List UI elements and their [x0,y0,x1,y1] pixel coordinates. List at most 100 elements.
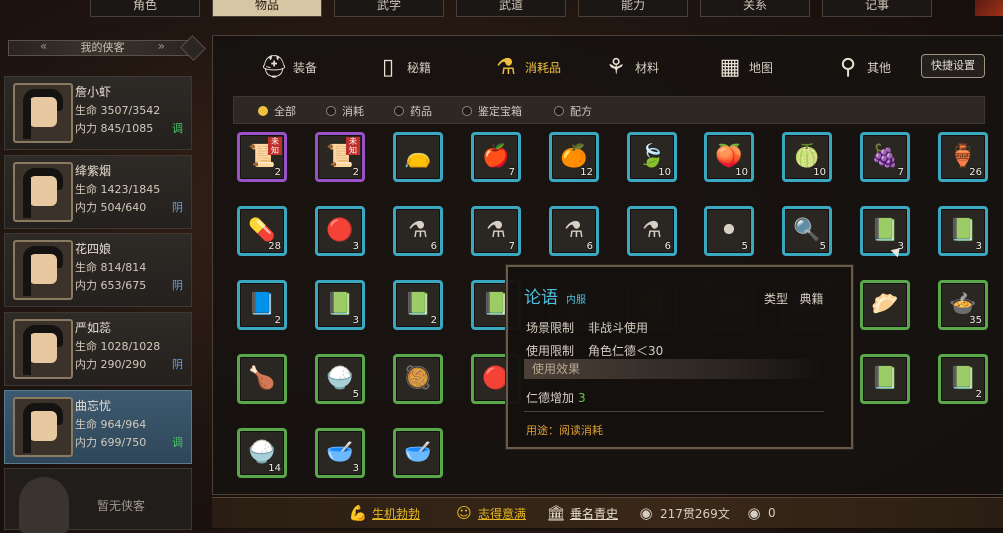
item-count: 28 [268,241,281,252]
item-slot[interactable]: 📗 2 [938,354,988,404]
top-tab[interactable]: 能力 [578,0,688,17]
status-strength[interactable]: 💪 生机勃勃 [348,504,420,522]
coin-icon: ◉ [639,504,653,522]
filter-option[interactable]: 全部 [258,103,296,119]
status-smile[interactable]: ☺ 志得意满 [454,504,526,522]
unknown-badge: 未知 [346,137,360,155]
radio-button[interactable] [462,106,472,116]
herb-icon: ⚘ [606,54,626,80]
item-slot[interactable]: 🔴 3 [315,206,365,256]
item-slot[interactable]: 🔍 5 [782,206,832,256]
hero-mp: 内力 845/1085 [75,122,154,135]
item-count: 6 [664,241,671,252]
tab-helmet[interactable]: ⛑ 装备 [259,50,317,84]
status-label: 生机勃勃 [372,506,421,521]
quick-setting-button[interactable]: 快捷设置 [921,54,985,78]
item-slot[interactable]: 📘 2 [237,280,287,330]
item-slot[interactable]: 🏺 26 [938,132,988,182]
item-slot[interactable]: 🍎 7 [471,132,521,182]
tab-herb[interactable]: ⚘ 材料 [601,50,659,84]
chicken-leg-icon: 🍗 [248,365,276,391]
hero-hair-side [23,335,31,375]
manual-icon: 📗 [871,217,899,243]
item-slot[interactable]: ⚗ 6 [627,206,677,256]
hero-hp: 生命 1423/1845 [75,183,161,196]
filter-option[interactable]: 消耗 [326,103,364,119]
top-tab[interactable]: 角色 [90,0,200,17]
item-slot[interactable]: 📗 3 [860,206,910,256]
item-slot[interactable]: 🍚 14 [237,428,287,478]
item-slot[interactable]: 🍇 7 [860,132,910,182]
status-gem[interactable]: ◉ 0 [744,504,775,522]
hero-card[interactable]: 曲忘忧 生命 964/964 内力 699/750 调 [4,390,192,464]
tooltip-use-value: 角色仁德＜30 [588,344,664,358]
category-label: 其他 [867,60,892,75]
hero-hp: 生命 3507/3542 [75,104,161,117]
category-bar: ⛑ 装备 ▯ 秘籍 ⚗ 消耗品 ⚘ 材料 ▦ 地图 ⚲ 其他 [253,46,1003,88]
item-slot[interactable]: ⚗ 7 [471,206,521,256]
status-fame[interactable]: 🏛 垂名青史 [546,504,618,522]
top-tab[interactable]: 物品 [212,0,322,17]
tab-map[interactable]: ▦ 地图 [715,50,773,84]
radio-button[interactable] [554,106,564,116]
filter-option[interactable]: 药品 [394,103,432,119]
tooltip-item-subtitle: 内服 [566,295,586,306]
item-slot[interactable]: 🍲 35 [938,280,988,330]
tooltip-type-label: 类型 [764,292,789,306]
manual-icon: 📗 [949,217,977,243]
item-slot[interactable]: 🥟 [860,280,910,330]
ghost-silhouette-icon [19,477,69,533]
hero-tag: 调 [172,436,183,449]
filter-option[interactable]: 配方 [554,103,592,119]
item-slot[interactable]: 🥘 [393,354,443,404]
item-slot[interactable]: 📗 3 [938,206,988,256]
manual-icon: 📗 [949,365,977,391]
tab-lantern[interactable]: ⚲ 其他 [833,50,891,84]
tooltip-scene-row: 场景限制 非战斗使用 [526,319,648,336]
item-slot[interactable]: 🍚 5 [315,354,365,404]
empty-hero-label: 暂无侠客 [97,499,146,513]
empty-hero-slot[interactable]: 暂无侠客 [4,468,192,533]
item-slot[interactable]: 📗 [860,354,910,404]
item-slot[interactable]: 🍈 10 [782,132,832,182]
item-slot[interactable]: 🍗 [237,354,287,404]
hero-card[interactable]: 花四娘 生命 814/814 内力 653/675 阴 [4,233,192,307]
item-count: 14 [268,463,281,474]
hero-card[interactable]: 绛紫烟 生命 1423/1845 内力 504/640 阴 [4,155,192,229]
item-slot[interactable]: ⚫ 5 [704,206,754,256]
tab-potion[interactable]: ⚗ 消耗品 [491,50,561,84]
radio-button[interactable] [394,106,404,116]
item-slot[interactable]: 🍃 10 [627,132,677,182]
top-tab[interactable]: 武道 [456,0,566,17]
item-slot[interactable]: 📗 3 [315,280,365,330]
item-slot[interactable]: 🥣 [393,428,443,478]
item-slot[interactable]: 📗 2 [393,280,443,330]
corner-ornament [975,0,1003,16]
status-coin[interactable]: ◉ 217贯269文 [636,504,729,522]
radio-button[interactable] [258,106,268,116]
filter-option[interactable]: 鉴定宝箱 [462,103,522,119]
item-slot[interactable]: ⚗ 6 [549,206,599,256]
item-count: 12 [580,167,593,178]
item-slot[interactable]: 📜 未知 2 [315,132,365,182]
mirror-icon: 🔍 [793,217,821,243]
status-label: 垂名青史 [570,506,619,521]
top-tab[interactable]: 武学 [334,0,444,17]
hero-hp: 生命 814/814 [75,261,147,274]
radio-button[interactable] [326,106,336,116]
top-tab[interactable]: 记事 [822,0,932,17]
item-slot[interactable]: 🍑 10 [704,132,754,182]
hero-card[interactable]: 詹小虾 生命 3507/3542 内力 845/1085 调 [4,76,192,150]
item-slot[interactable]: ⚗ 6 [393,206,443,256]
top-tab[interactable]: 关系 [700,0,810,17]
item-slot[interactable]: 🥣 3 [315,428,365,478]
item-slot[interactable]: 💊 28 [237,206,287,256]
manual-icon: 📗 [871,365,899,391]
item-slot[interactable]: 📜 未知 2 [237,132,287,182]
item-count: 5 [819,241,826,252]
item-count: 35 [969,315,982,326]
item-slot[interactable]: 👝 [393,132,443,182]
tab-book[interactable]: ▯ 秘籍 [373,50,431,84]
item-slot[interactable]: 🍊 12 [549,132,599,182]
hero-card[interactable]: 严如蕊 生命 1028/1028 内力 290/290 阴 [4,312,192,386]
